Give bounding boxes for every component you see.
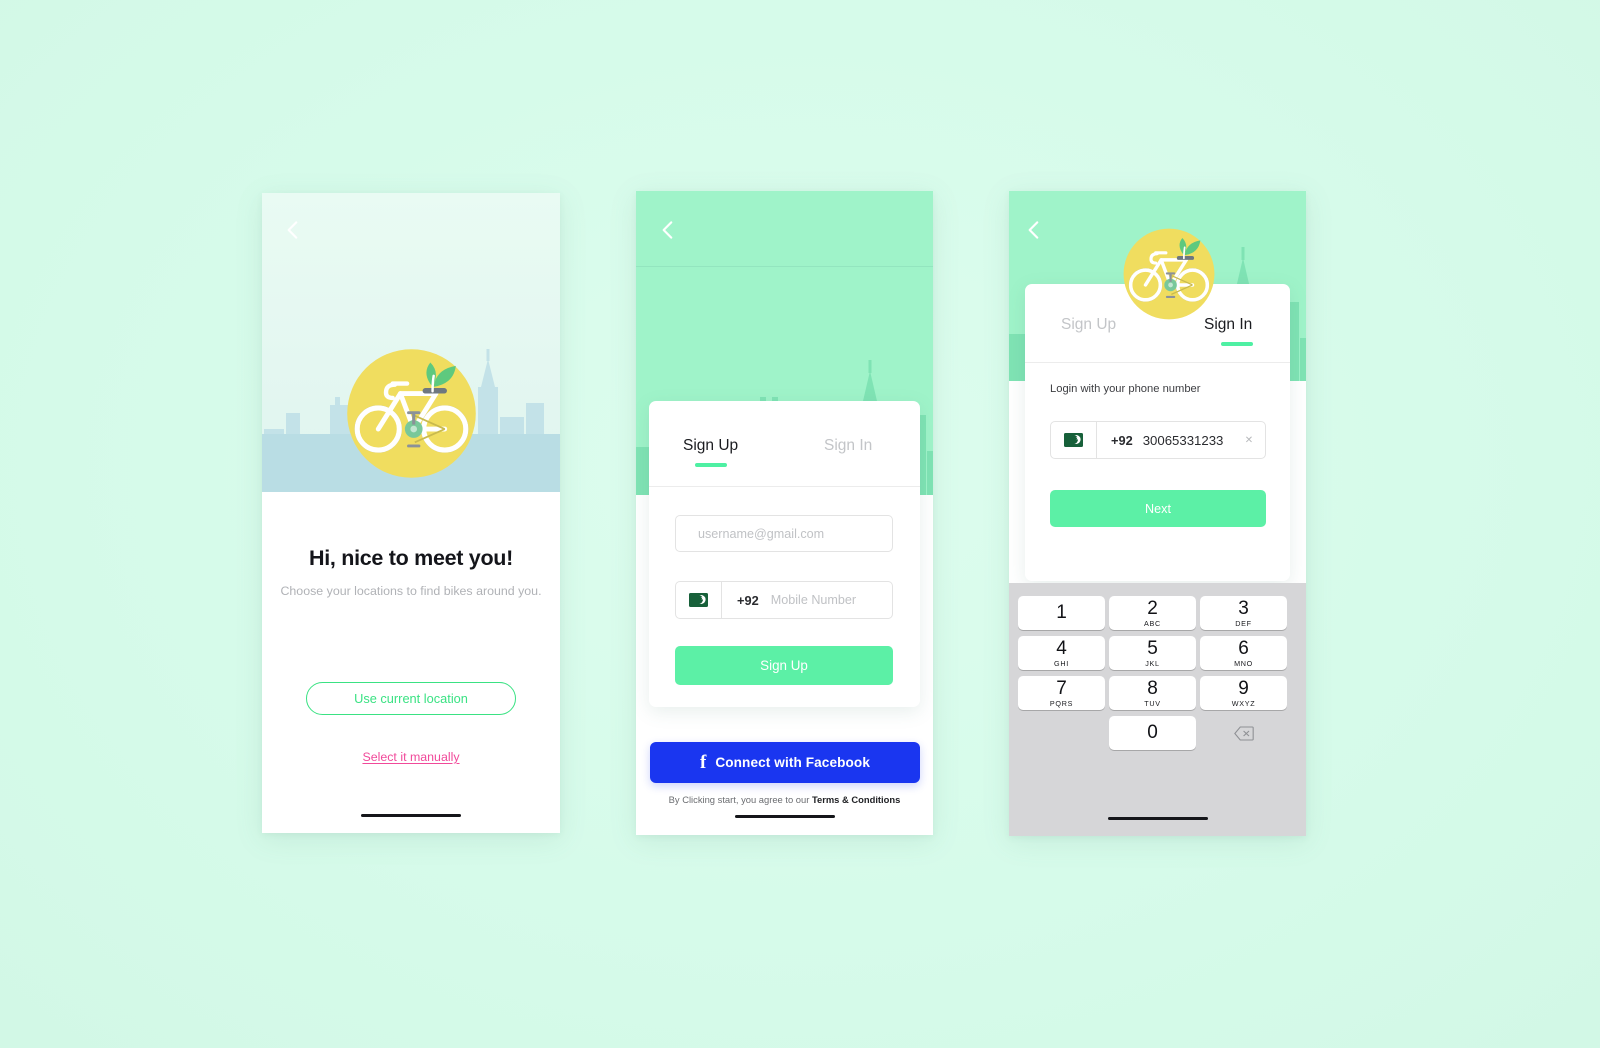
key-3[interactable]: 3 DEF <box>1200 596 1287 630</box>
select-manually-label: Select it manually <box>362 750 460 764</box>
key-2-number: 2 <box>1147 597 1158 619</box>
login-hint: Login with your phone number <box>1050 383 1201 395</box>
back-button[interactable] <box>1021 217 1047 243</box>
key-4-number: 4 <box>1056 637 1067 659</box>
phone-value: 30065331233 <box>1142 432 1224 448</box>
chevron-left-icon <box>662 221 673 239</box>
page-title: Hi, nice to meet you! <box>309 546 513 570</box>
key-6-number: 6 <box>1238 637 1249 659</box>
tab-sign-up[interactable]: Sign Up <box>683 437 738 455</box>
location-hero <box>262 193 560 492</box>
key-2-letters: ABC <box>1144 618 1161 628</box>
back-button[interactable] <box>655 217 681 243</box>
key-8-number: 8 <box>1147 677 1158 699</box>
terms-prefix: By Clicking start, you agree to our <box>668 794 812 805</box>
chevron-left-icon <box>1028 221 1039 239</box>
key-9-number: 9 <box>1238 677 1249 699</box>
card-divider <box>1025 362 1290 363</box>
terms-link[interactable]: Terms & Conditions <box>812 794 900 805</box>
phone-screen-location: Hi, nice to meet you! Choose your locati… <box>262 193 560 833</box>
key-1[interactable]: 1 <box>1018 596 1105 630</box>
chevron-left-icon <box>287 221 298 239</box>
key-0-number: 0 <box>1147 722 1158 743</box>
dial-code: +92 <box>1111 432 1133 448</box>
tab-sign-in[interactable]: Sign In <box>824 437 872 455</box>
key-0[interactable]: 0 <box>1109 716 1196 750</box>
card-divider <box>649 486 920 487</box>
key-5-letters: JKL <box>1145 658 1160 668</box>
bicycle-leaf-badge <box>1122 227 1216 321</box>
home-indicator <box>734 815 835 818</box>
connect-facebook-label: Connect with Facebook <box>715 755 870 770</box>
key-5[interactable]: 5 JKL <box>1109 636 1196 670</box>
numeric-keypad: 1 2 ABC 3 DEF 4 GHI 5 JKL 6 MNO 7 PQRS 8… <box>1009 583 1306 836</box>
bicycle-leaf-badge-icon <box>1123 228 1215 320</box>
bicycle-leaf-badge-icon <box>347 349 476 478</box>
key-7[interactable]: 7 PQRS <box>1018 676 1105 710</box>
bicycle-leaf-badge <box>345 347 478 480</box>
tab-sign-up-label: Sign Up <box>683 437 739 454</box>
tab-sign-in-label: Sign In <box>824 437 873 454</box>
screens-stage: Hi, nice to meet you! Choose your locati… <box>0 0 1600 1048</box>
terms-notice: By Clicking start, you agree to our Term… <box>636 794 933 805</box>
phone-screen-signup: Sign Up Sign In username@gmail.com +92 M… <box>636 191 933 835</box>
pakistan-flag-icon <box>689 593 708 607</box>
sign-up-button-label: Sign Up <box>760 658 808 673</box>
signup-card: Sign Up Sign In username@gmail.com +92 M… <box>649 401 920 707</box>
backspace-button[interactable] <box>1200 716 1287 750</box>
tab-sign-up-label: Sign Up <box>1061 316 1117 333</box>
backspace-icon <box>1233 725 1254 741</box>
use-current-location-button[interactable]: Use current location <box>306 682 516 715</box>
location-body: Hi, nice to meet you! Choose your locati… <box>262 492 560 833</box>
country-selector[interactable] <box>676 582 722 618</box>
email-placeholder: username@gmail.com <box>698 526 825 541</box>
select-manually-link[interactable]: Select it manually <box>262 750 560 764</box>
email-field[interactable]: username@gmail.com <box>675 515 893 552</box>
key-3-letters: DEF <box>1235 618 1252 628</box>
clear-circle-icon[interactable]: ✕ <box>1242 433 1256 447</box>
key-7-number: 7 <box>1056 677 1067 699</box>
key-9[interactable]: 9 WXYZ <box>1200 676 1287 710</box>
next-button-label: Next <box>1145 501 1171 516</box>
dial-code: +92 <box>737 592 759 608</box>
country-selector[interactable] <box>1051 422 1097 458</box>
phone-placeholder: Mobile Number <box>770 593 857 607</box>
key-8[interactable]: 8 TUV <box>1109 676 1196 710</box>
key-6[interactable]: 6 MNO <box>1200 636 1287 670</box>
active-tab-underline <box>1221 342 1253 346</box>
key-4-letters: GHI <box>1054 658 1069 668</box>
pakistan-flag-icon <box>1064 433 1083 447</box>
key-1-number: 1 <box>1056 602 1067 623</box>
key-8-letters: TUV <box>1144 698 1161 708</box>
key-5-number: 5 <box>1147 637 1158 659</box>
key-9-letters: WXYZ <box>1231 698 1256 708</box>
tab-sign-up[interactable]: Sign Up <box>1061 316 1116 334</box>
active-tab-underline <box>695 463 727 467</box>
key-7-letters: PQRS <box>1049 698 1074 708</box>
key-4[interactable]: 4 GHI <box>1018 636 1105 670</box>
phone-field[interactable]: +92 30065331233 ✕ <box>1050 421 1266 459</box>
home-indicator <box>1107 817 1208 820</box>
sign-up-button[interactable]: Sign Up <box>675 646 893 685</box>
signin-card: Sign Up Sign In Login with your phone nu… <box>1025 284 1290 581</box>
facebook-f-icon: f <box>700 752 707 773</box>
header-divider <box>636 266 933 267</box>
phone-field[interactable]: +92 Mobile Number <box>675 581 893 619</box>
home-indicator <box>361 814 461 817</box>
page-subtitle: Choose your locations to find bikes arou… <box>280 584 542 598</box>
phone-screen-signin: Sign Up Sign In Login with your phone nu… <box>1009 191 1306 836</box>
connect-facebook-button[interactable]: f Connect with Facebook <box>650 742 920 783</box>
next-button[interactable]: Next <box>1050 490 1266 527</box>
back-button[interactable] <box>280 217 306 243</box>
key-3-number: 3 <box>1238 597 1249 619</box>
key-2[interactable]: 2 ABC <box>1109 596 1196 630</box>
key-6-letters: MNO <box>1234 658 1253 668</box>
